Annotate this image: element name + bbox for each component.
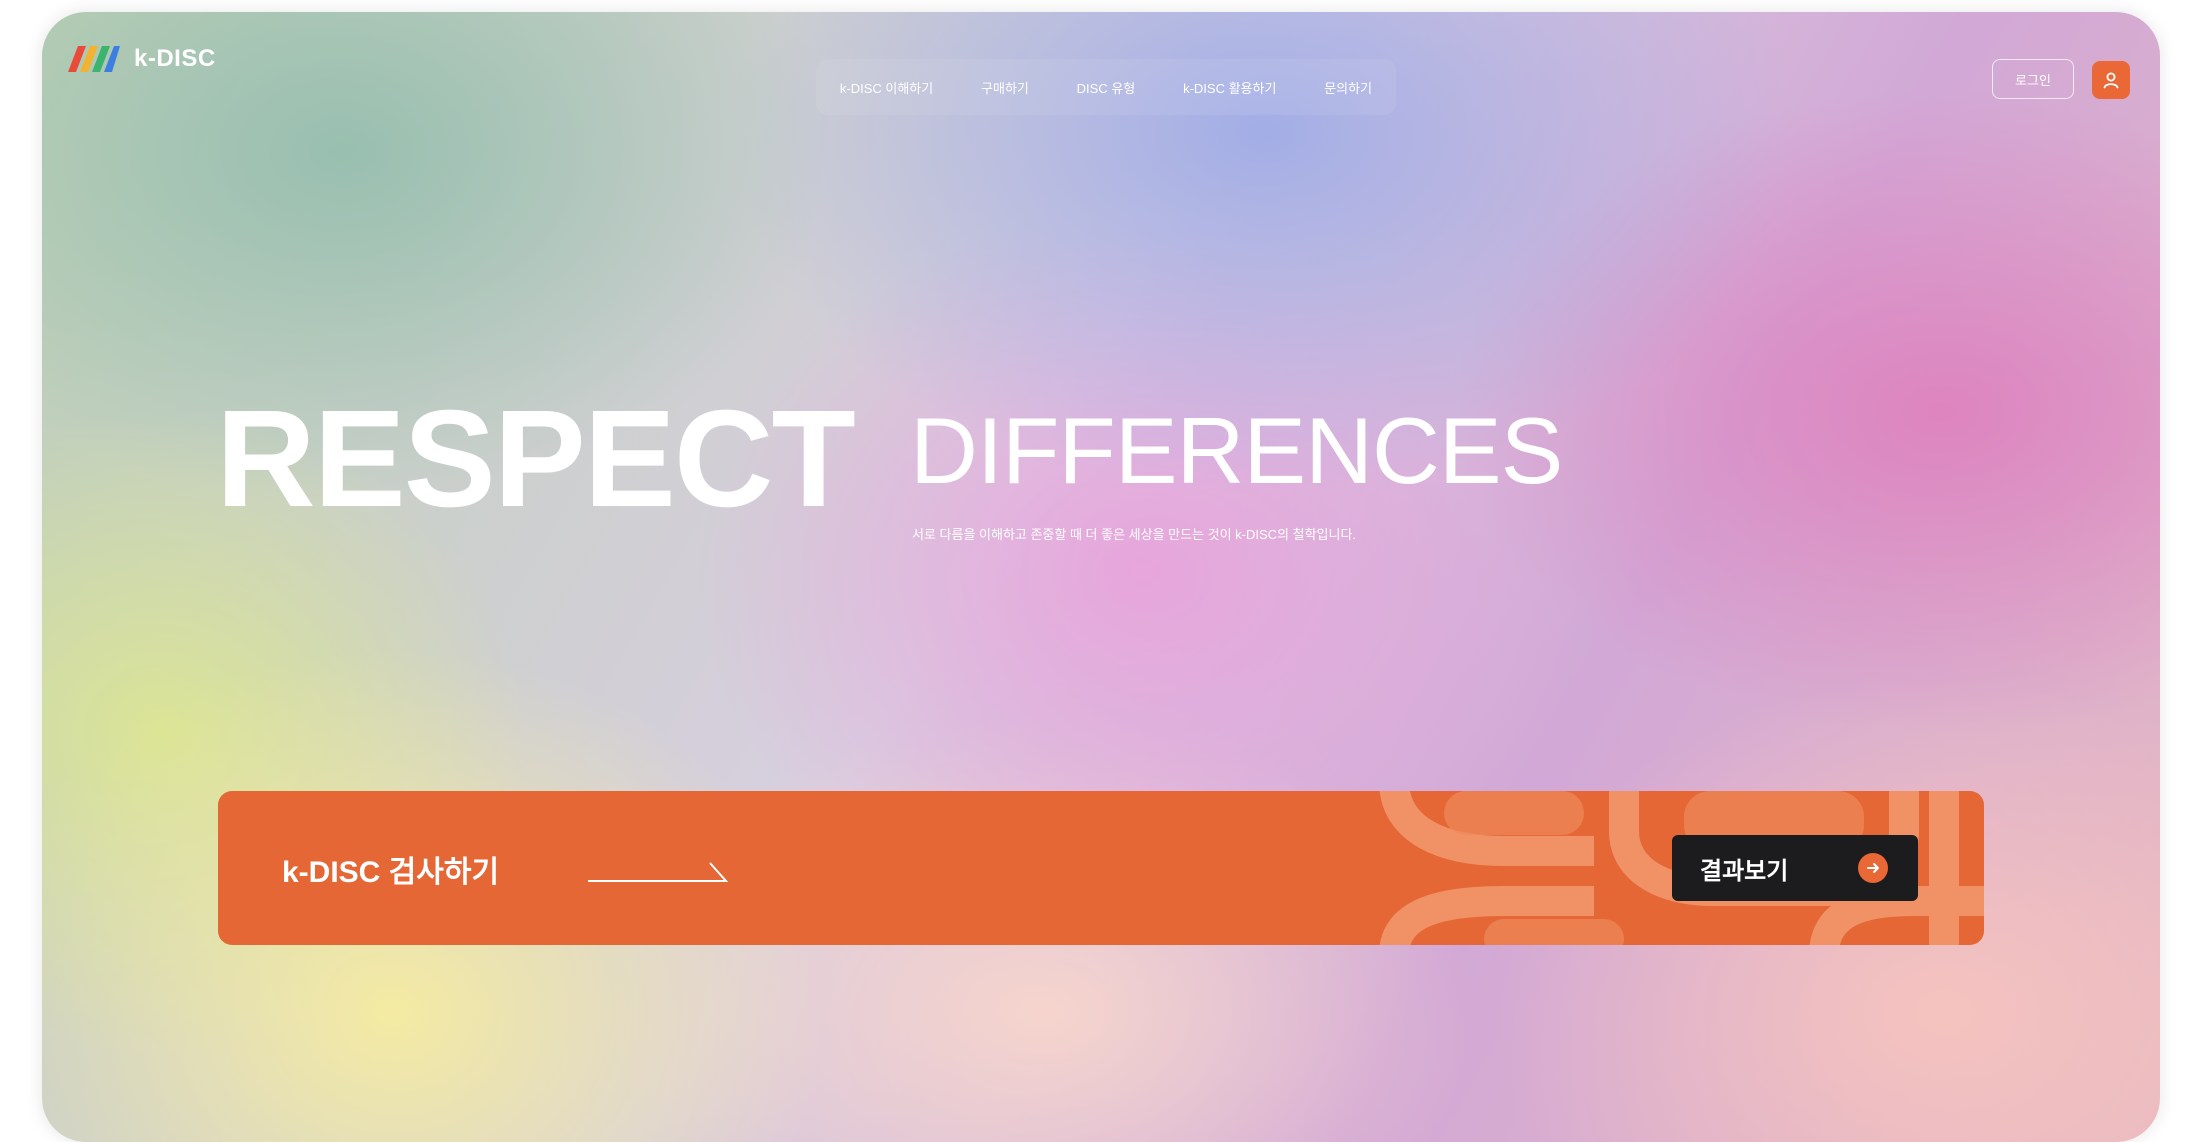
nav-item-inquiry[interactable]: 문의하기 <box>1324 78 1372 97</box>
brand-name: k-DISC <box>134 45 216 72</box>
rainbow-stripes-icon <box>68 46 120 72</box>
arrow-right-icon <box>1858 853 1888 883</box>
login-button[interactable]: 로그인 <box>1992 59 2074 99</box>
nav-item-purchase[interactable]: 구매하기 <box>981 78 1029 97</box>
hero-title-bold: RESPECT <box>216 382 856 536</box>
brand-logo[interactable]: k-DISC <box>64 44 216 74</box>
hero-title-light: DIFFERENCES <box>910 398 1563 503</box>
nav-item-utilize[interactable]: k-DISC 활용하기 <box>1183 78 1276 97</box>
view-results-label: 결과보기 <box>1700 857 1789 885</box>
nav-item-understand[interactable]: k-DISC 이해하기 <box>840 78 933 97</box>
nav-item-disc-types[interactable]: DISC 유형 <box>1077 78 1136 97</box>
browser-viewport: k-DISC k-DISC 이해하기 구매하기 DISC 유형 k-DISC 활… <box>42 12 2160 1142</box>
view-results-button[interactable]: 결과보기 <box>1672 835 1918 901</box>
hero-subtitle: 서로 다름을 이해하고 존중할 때 더 좋은 세상을 만드는 것이 k-DISC… <box>912 527 1357 542</box>
long-arrow-icon <box>588 862 728 882</box>
disc-test-banner[interactable]: k-DISC 검사하기 결과보기 <box>218 791 1984 945</box>
user-button[interactable] <box>2092 61 2130 99</box>
user-icon <box>2103 72 2119 89</box>
main-nav: k-DISC 이해하기 구매하기 DISC 유형 k-DISC 활용하기 문의하… <box>816 59 1396 115</box>
disc-test-label: k-DISC 검사하기 <box>282 856 500 889</box>
